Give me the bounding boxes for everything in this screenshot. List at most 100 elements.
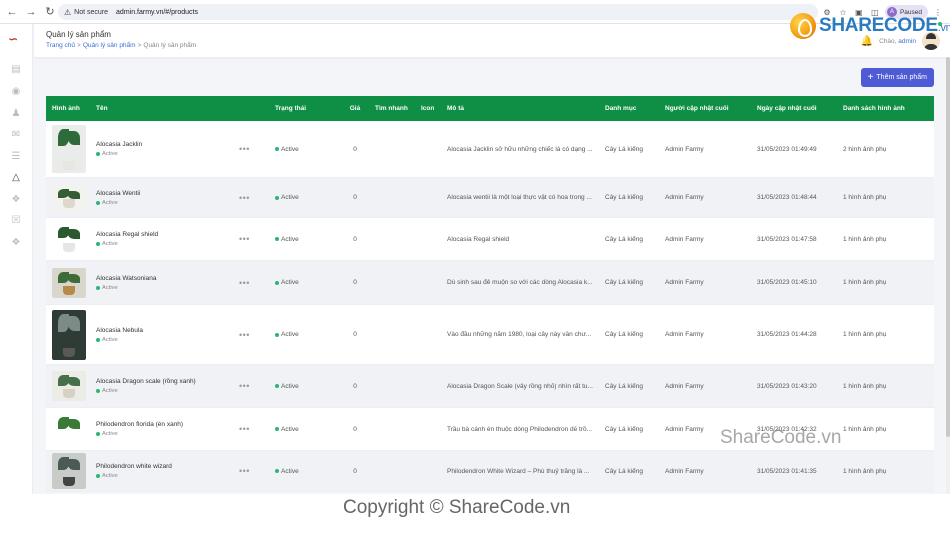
status-badge: Active: [275, 468, 345, 475]
product-thumbnail[interactable]: [52, 184, 86, 211]
cart-icon[interactable]: ☒: [9, 213, 23, 227]
breadcrumb-home[interactable]: Trang chủ: [46, 42, 75, 49]
table-row[interactable]: Philodendron white wizard Active ••• Active…: [46, 451, 934, 492]
row-image-list: 1 hình ảnh phụ: [843, 383, 923, 390]
row-price: 0: [345, 279, 365, 286]
product-thumbnail[interactable]: [52, 453, 86, 489]
row-updated-by-text: Admin Farmy: [665, 145, 704, 153]
table-row[interactable]: Alocasia Watsoniana Active ••• Active 0 Dù si…: [46, 261, 934, 305]
row-description: Alocasia Regal shield: [441, 236, 605, 243]
more-options-icon[interactable]: •••: [239, 466, 250, 476]
share-icon[interactable]: ❖: [9, 192, 23, 206]
product-thumbnail[interactable]: [52, 223, 86, 255]
table-row[interactable]: Alocasia Wentii Active ••• Active 0 Alocasia …: [46, 178, 934, 218]
page-scrollbar[interactable]: [946, 57, 950, 494]
product-sub-status: Active: [96, 337, 143, 343]
row-image-cell: [46, 125, 92, 173]
more-options-icon[interactable]: •••: [239, 424, 250, 434]
product-name[interactable]: Alocasia Watsoniana: [96, 275, 156, 282]
add-product-button[interactable]: + Thêm sản phẩm: [860, 68, 934, 87]
row-price-text: 0: [353, 467, 357, 475]
chart-icon[interactable]: ▤: [9, 62, 23, 76]
back-icon[interactable]: ←: [5, 5, 19, 19]
column-header-icon[interactable]: Icon: [421, 105, 441, 112]
row-image-list: 1 hình ảnh phụ: [843, 279, 923, 286]
product-name[interactable]: Alocasia Wentii: [96, 190, 140, 197]
status-dot-icon: [275, 147, 279, 151]
row-image-list: 1 hình ảnh phụ: [843, 426, 923, 433]
row-name-cell: Alocasia Dragon scale (rồng xanh) Active •…: [92, 378, 275, 394]
status-text: Active: [281, 194, 299, 201]
product-name[interactable]: Alocasia Nebula: [96, 327, 143, 334]
product-thumbnail[interactable]: [52, 309, 86, 360]
product-thumbnail[interactable]: [52, 125, 86, 173]
row-image-cell: [46, 309, 92, 360]
more-options-icon[interactable]: •••: [239, 144, 250, 154]
column-header-name[interactable]: Tên: [92, 105, 275, 112]
more-options-icon[interactable]: •••: [239, 330, 250, 340]
product-thumbnail[interactable]: [52, 371, 86, 401]
row-description: Alocasia Jacklin sở hữu những chiếc lá c…: [441, 146, 605, 153]
brand-logo-icon[interactable]: ∽: [8, 32, 18, 46]
product-thumbnail[interactable]: [52, 412, 86, 446]
settings-icon[interactable]: ❖: [9, 235, 23, 249]
column-header-description[interactable]: Mô tả: [441, 105, 605, 112]
row-category-text: Cây Lá kiểng: [605, 279, 643, 286]
status-text: Active: [281, 382, 299, 390]
column-header-price[interactable]: Giá: [345, 105, 365, 112]
row-category-text: Cây Lá kiểng: [605, 425, 643, 433]
row-description-text: Alocasia Regal shield: [447, 235, 510, 243]
table-row[interactable]: Alocasia Dragon scale (rồng xanh) Active •…: [46, 365, 934, 408]
more-options-icon[interactable]: •••: [239, 193, 250, 203]
column-header-image-list[interactable]: Danh sách hình ảnh: [843, 105, 923, 112]
product-name[interactable]: Alocasia Jacklin: [96, 141, 142, 148]
column-header-category[interactable]: Danh mục: [605, 105, 665, 112]
more-options-icon[interactable]: •••: [239, 381, 250, 391]
product-name[interactable]: Philodendron white wizard: [96, 463, 172, 470]
row-updated-at: 31/05/2023 01:41:35: [757, 468, 843, 475]
row-image-list-text: 2 hình ảnh phụ: [843, 145, 887, 153]
product-name[interactable]: Alocasia Dragon scale (rồng xanh): [96, 378, 196, 385]
breadcrumb-products[interactable]: Quản lý sản phẩm: [83, 42, 136, 49]
product-sub-status-text: Active: [102, 151, 118, 157]
sidebar: ∽ ▤ ◉ ♟ ✉ ☰ △ ❖ ☒ ❖: [0, 24, 33, 494]
row-updated-at-text: 31/05/2023 01:44:28: [757, 331, 817, 338]
circle-icon[interactable]: ◉: [9, 84, 23, 98]
users-icon[interactable]: ♟: [9, 106, 23, 120]
list-icon[interactable]: ☰: [9, 149, 23, 163]
row-updated-by-text: Admin Farmy: [665, 331, 704, 338]
row-updated-by: Admin Farmy: [665, 331, 757, 338]
column-header-status[interactable]: Trạng thái: [275, 105, 345, 112]
copyright-watermark: Copyright © ShareCode.vn: [343, 497, 571, 518]
row-category-text: Cây Lá kiểng: [605, 467, 643, 475]
product-icon[interactable]: △: [9, 170, 23, 184]
row-image-list-text: 1 hình ảnh phụ: [843, 467, 887, 475]
status-dot-icon: [96, 432, 100, 436]
product-name[interactable]: Alocasia Regal shield: [96, 231, 158, 238]
sharecode-logo-text: SHARECODE.vn: [819, 15, 950, 37]
status-badge: Active: [275, 236, 345, 243]
more-options-icon[interactable]: •••: [239, 278, 250, 288]
table-row[interactable]: Alocasia Regal shield Active ••• Active 0 Alo…: [46, 218, 934, 261]
mail-icon[interactable]: ✉: [9, 127, 23, 141]
product-thumbnail[interactable]: [52, 267, 86, 298]
reload-icon[interactable]: ↻: [43, 5, 57, 19]
column-header-updated-at[interactable]: Ngày cập nhật cuối: [757, 105, 843, 112]
scrollbar-thumb[interactable]: [946, 57, 950, 437]
product-name[interactable]: Philodendron florida (én xanh): [96, 421, 183, 428]
column-header-image[interactable]: Hình ảnh: [46, 105, 92, 112]
status-dot-icon: [275, 195, 279, 200]
column-header-quick-search[interactable]: Tìm nhanh: [365, 105, 421, 112]
row-category: Cây Lá kiểng: [605, 194, 665, 201]
row-description-text: Dù sinh sau đẻ muộn so với các dòng Aloc…: [447, 279, 593, 286]
table-row[interactable]: Alocasia Nebula Active ••• Active 0 Vào đầu n…: [46, 305, 934, 365]
security-indicator[interactable]: ⚠ Not secure: [58, 8, 114, 17]
address-bar[interactable]: ⚠ Not secure admin.farmy.vn/#/products: [58, 4, 818, 20]
table-row[interactable]: Alocasia Jacklin Active ••• Active 0 Alocasia…: [46, 121, 934, 178]
column-header-updated-by[interactable]: Người cập nhật cuối: [665, 105, 757, 112]
status-text: Active: [281, 425, 299, 433]
url-text[interactable]: admin.farmy.vn/#/products: [116, 9, 198, 16]
more-options-icon[interactable]: •••: [239, 234, 250, 244]
forward-icon[interactable]: →: [24, 5, 38, 19]
row-status: Active: [275, 279, 345, 286]
